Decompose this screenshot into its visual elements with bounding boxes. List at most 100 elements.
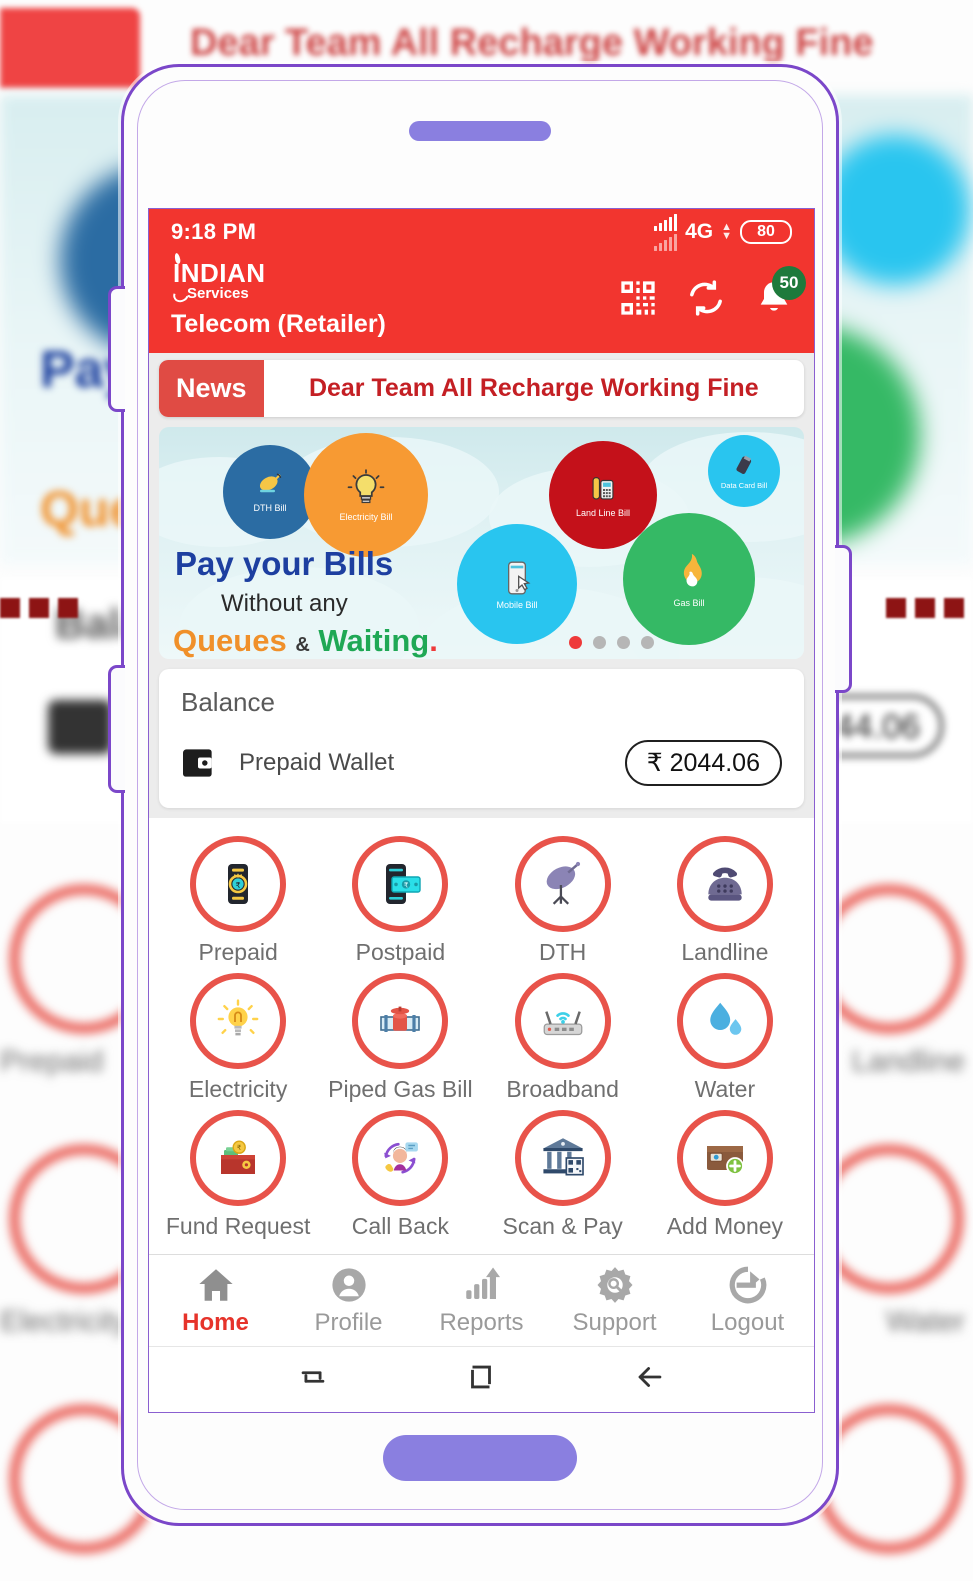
balance-card: Balance Prepaid Wallet ₹ 2044.06 [159,669,804,808]
service-broadband[interactable]: Broadband [482,969,644,1102]
gas-pipe-icon [380,1006,421,1032]
banner-sub2-waiting: Waiting [318,623,430,658]
add-money-wallet-icon [706,1146,744,1175]
carousel-dot[interactable] [569,636,582,649]
service-label: Scan & Pay [502,1213,623,1239]
banner-sub1: Without any [221,590,348,617]
balance-amount[interactable]: ₹ 2044.06 [624,740,782,786]
nav-label: Home [182,1309,249,1336]
service-label: Call Back [351,1213,449,1239]
nav-item-home[interactable]: Home [149,1264,282,1337]
page-title: Telecom (Retailer) [171,310,386,338]
service-scan-and-pay[interactable]: Scan & Pay [482,1106,644,1239]
nav-item-reports[interactable]: Reports [415,1264,548,1337]
service-label: Landline [681,939,769,965]
service-prepaid[interactable]: ₹ Prepaid [157,832,319,965]
back-button[interactable] [633,1360,667,1399]
svg-text:₹: ₹ [237,1143,242,1152]
bg-dots-right [886,598,973,623]
wallet-name: Prepaid Wallet [239,749,395,776]
service-dth[interactable]: DTH [482,832,644,965]
notification-bell-icon[interactable]: 50 [754,266,806,323]
status-bar: 9:18 PM 4G ▲ ▼ 80 [149,209,814,254]
service-label: Water [694,1076,756,1102]
home-button[interactable] [464,1360,498,1399]
volume-up-button[interactable] [108,286,125,412]
service-postpaid[interactable]: ₹ Postpaid [319,832,481,965]
news-message: Dear Team All Recharge Working Fine [308,374,759,402]
service-fund-request[interactable]: ₹ Fund Request [157,1106,319,1239]
home-icon [198,1269,233,1301]
carousel-dot[interactable] [593,636,606,649]
phone-speaker [409,121,551,141]
data-transfer-icon: ▲ ▼ [721,220,732,242]
money-wallet-icon: ₹ [221,1140,256,1174]
carousel-dots[interactable] [569,636,654,649]
balance-row[interactable]: Prepaid Wallet ₹ 2044.06 [181,740,782,786]
nav-label: Logout [710,1309,785,1336]
banner-bubble-label: DTH Bill [253,503,287,513]
banner-bubble-label: Gas Bill [673,598,705,608]
service-label: DTH [538,939,587,965]
battery-indicator: 80 [740,219,792,244]
light-bulb-icon [217,999,259,1036]
logout-icon [729,1266,766,1304]
bank-qr-icon [543,1138,584,1176]
nav-item-support[interactable]: Support [548,1264,681,1337]
mobile-recharge-icon: ₹ [228,864,249,904]
recents-button[interactable] [296,1360,330,1399]
service-label: Prepaid [198,939,278,965]
volume-down-button[interactable] [108,665,125,793]
carousel-dot[interactable] [617,636,630,649]
water-drop-icon [710,1002,742,1035]
service-label: Fund Request [165,1213,311,1239]
android-navigation-bar [149,1346,814,1412]
nav-label: Profile [314,1309,383,1336]
signal-bars-icon [653,212,678,252]
balance-title: Balance [181,687,275,717]
news-badge-label: News [159,360,264,417]
satellite-dish-icon [259,473,282,493]
service-label: Add Money [666,1213,784,1239]
wifi-router-icon [543,1011,582,1036]
nav-label: Support [572,1309,657,1336]
network-type-label: 4G [685,219,714,243]
service-piped-gas[interactable]: Piped Gas Bill [319,969,481,1102]
callback-support-icon [384,1142,419,1174]
service-electricity[interactable]: Electricity [157,969,319,1102]
banner-sub2-amp: & [295,634,310,656]
services-grid: ₹ Prepaid ₹ Postpaid DTH Landline Electr… [157,832,806,1239]
carousel-dot[interactable] [641,636,654,649]
service-water[interactable]: Water [644,969,806,1102]
service-label: Electricity [188,1076,288,1102]
service-label: Piped Gas Bill [328,1076,473,1102]
logo-line-1: INDIAN [173,258,266,288]
qr-scanner-icon[interactable] [618,278,658,323]
banner-bubble-dth: DTH Bill [223,445,317,539]
banner-bubble-label: Electricity Bill [339,512,393,522]
promo-banner-carousel[interactable]: DTH Bill Electricity Bill Land Line Bill… [159,427,804,659]
svg-text:₹: ₹ [404,882,409,890]
banner-bubble-label: Data Card Bill [720,480,768,490]
app-bar: INDIAN Services Telecom (Retailer) 50 [149,252,814,353]
service-landline[interactable]: Landline [644,832,806,965]
nav-item-profile[interactable]: Profile [282,1264,415,1337]
status-clock: 9:18 PM [171,218,257,244]
news-ticker[interactable]: News Dear Team All Recharge Working Fine [159,360,804,417]
reports-icon [465,1267,500,1299]
mobile-cash-icon: ₹ [386,864,422,904]
landline-phone-icon [592,477,614,500]
service-add-money[interactable]: Add Money [644,1106,806,1239]
phone-screen: 9:18 PM 4G ▲ ▼ 80 INDIAN Services Teleco… [148,208,815,1413]
service-call-back[interactable]: Call Back [319,1106,481,1239]
usb-dongle-icon [736,455,752,474]
logo-line-2: Services [187,285,249,302]
refresh-icon[interactable] [686,278,726,323]
power-button[interactable] [835,545,852,693]
service-label: Postpaid [355,939,446,965]
rotary-phone-icon [708,867,742,901]
nav-item-logout[interactable]: Logout [681,1264,814,1337]
wallet-icon [183,749,212,777]
phone-frame: 9:18 PM 4G ▲ ▼ 80 INDIAN Services Teleco… [108,64,852,1526]
banner-bubble-label: Land Line Bill [575,508,631,518]
